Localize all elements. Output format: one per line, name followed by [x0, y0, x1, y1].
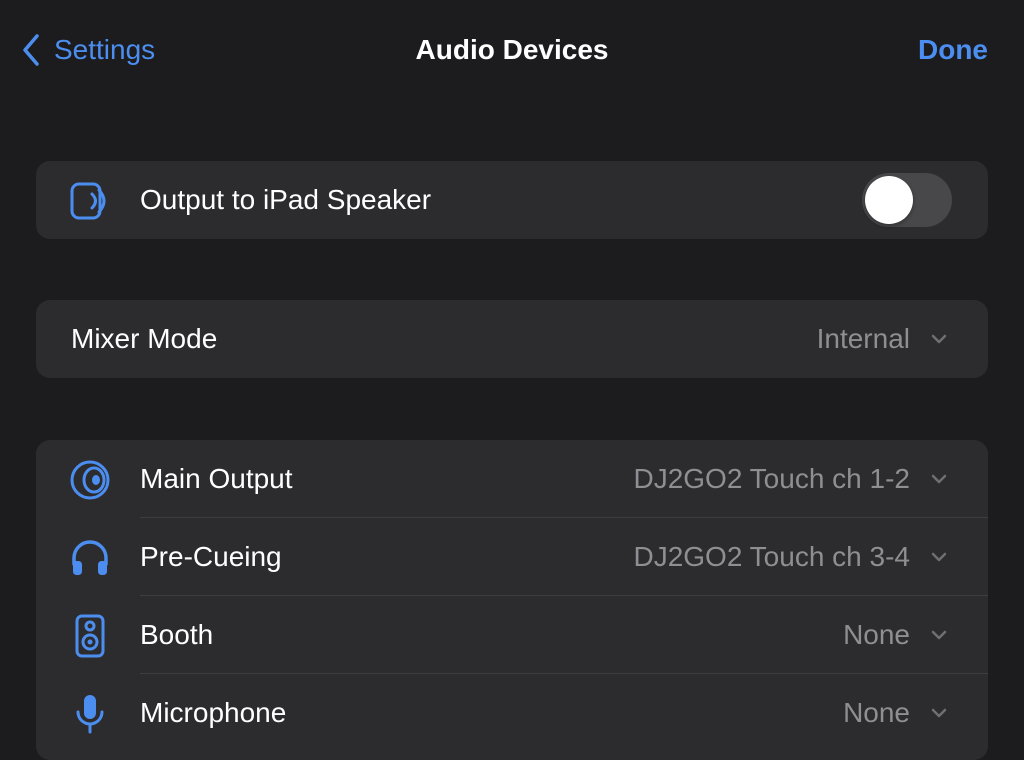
booth-label: Booth: [140, 619, 214, 650]
main-output-value: DJ2GO2 Touch ch 1-2: [633, 463, 910, 494]
mixer-mode-value: Internal: [816, 323, 910, 354]
booth-speaker-icon: [68, 614, 112, 658]
main-output-row[interactable]: Main Output DJ2GO2 Touch ch 1-2: [36, 440, 988, 518]
ipad-speaker-icon: [68, 179, 112, 223]
navigation-bar: Settings Audio Devices Done: [0, 0, 1024, 100]
booth-row[interactable]: Booth None: [36, 596, 988, 674]
microphone-value: None: [843, 697, 910, 728]
speaker-group: Output to iPad Speaker: [36, 161, 988, 239]
chevron-down-icon: [931, 334, 947, 344]
speaker-label: Output to iPad Speaker: [140, 184, 432, 215]
microphone-label: Microphone: [140, 697, 287, 728]
pre-cueing-row[interactable]: Pre-Cueing DJ2GO2 Touch ch 3-4: [36, 518, 988, 596]
main-output-label: Main Output: [140, 463, 293, 494]
chevron-down-icon: [931, 474, 947, 484]
toggle-knob: [865, 176, 913, 224]
speaker-toggle[interactable]: [862, 173, 952, 227]
mixer-group: Mixer Mode Internal: [36, 300, 988, 378]
pre-cueing-value: DJ2GO2 Touch ch 3-4: [633, 541, 910, 572]
done-button[interactable]: Done: [918, 30, 988, 70]
pre-cueing-label: Pre-Cueing: [140, 541, 282, 572]
speaker-cone-icon: [68, 458, 112, 502]
booth-value: None: [843, 619, 910, 650]
page-title: Audio Devices: [415, 34, 609, 65]
speaker-row: Output to iPad Speaker: [36, 161, 988, 239]
microphone-icon: [68, 692, 112, 736]
chevron-down-icon: [931, 630, 947, 640]
headphones-icon: [68, 536, 112, 580]
mixer-mode-label: Mixer Mode: [71, 323, 218, 354]
routing-group: Main Output DJ2GO2 Touch ch 1-2 Pre-Cuei…: [36, 440, 988, 760]
chevron-down-icon: [931, 708, 947, 718]
mixer-mode-row[interactable]: Mixer Mode Internal: [36, 300, 988, 378]
chevron-down-icon: [931, 552, 947, 562]
microphone-row[interactable]: Microphone None: [36, 674, 988, 752]
